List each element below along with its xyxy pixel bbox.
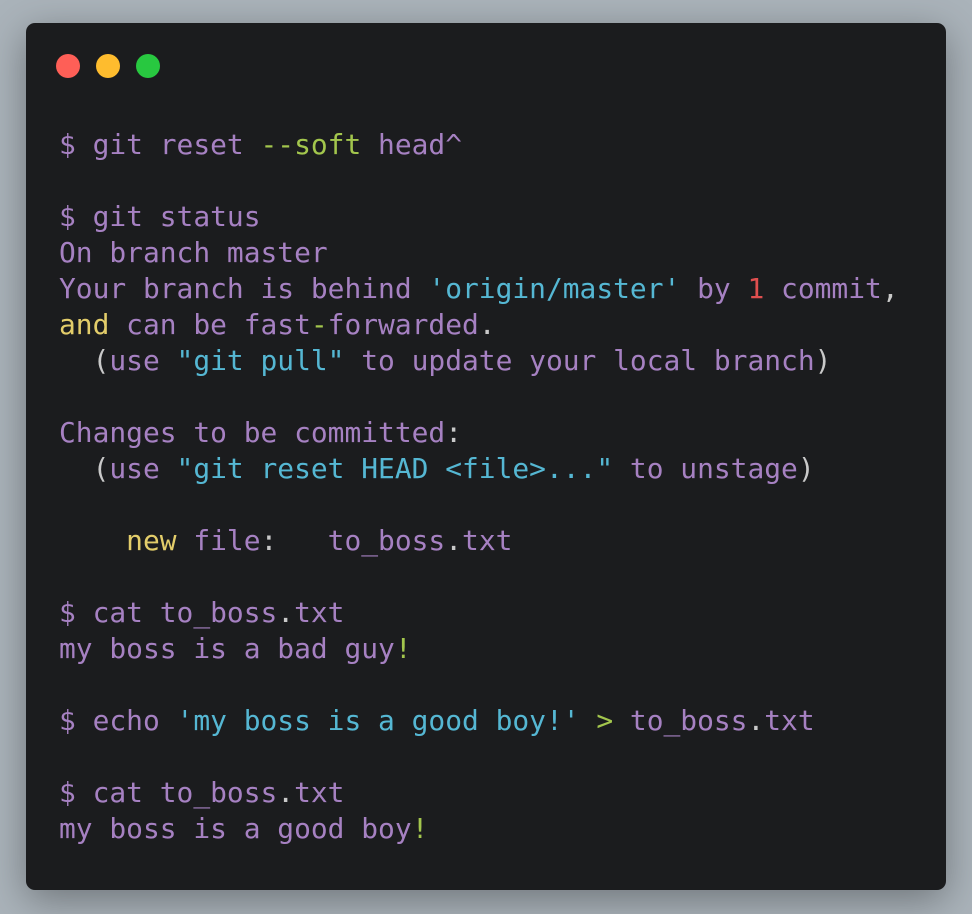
terminal-line: new file: to_boss.txt — [59, 523, 899, 559]
terminal-text-segment: to_boss — [629, 704, 748, 737]
terminal-text-segment: $ echo — [59, 704, 177, 737]
terminal-text-segment: $ cat to_boss — [59, 776, 278, 809]
terminal-line: $ cat to_boss.txt — [59, 595, 899, 631]
terminal-text-segment: txt — [462, 524, 513, 557]
terminal-text-segment: can be fast — [109, 308, 311, 341]
terminal-text-segment: use — [109, 344, 177, 377]
terminal-text-segment: by — [680, 272, 748, 305]
maximize-button[interactable] — [136, 54, 160, 78]
terminal-text-segment: ) — [814, 344, 832, 377]
terminal-text-segment: txt — [294, 596, 345, 629]
terminal-text-segment: $ cat to_boss — [59, 596, 278, 629]
terminal-text-segment: . — [747, 704, 765, 737]
terminal-text-segment: - — [310, 308, 328, 341]
terminal-text-segment: : — [260, 524, 278, 557]
terminal-text-segment: "git reset HEAD <file>..." — [176, 452, 614, 485]
terminal-text-segment: ) — [797, 452, 815, 485]
terminal-text-segment: to unstage — [613, 452, 798, 485]
terminal-text-segment: : — [445, 416, 463, 449]
terminal-text-segment: txt — [764, 704, 815, 737]
terminal-line: (use "git reset HEAD <file>..." to unsta… — [59, 451, 899, 487]
terminal-text-segment: . — [445, 524, 463, 557]
terminal-text-segment: . — [277, 596, 295, 629]
close-button[interactable] — [56, 54, 80, 78]
terminal-text-segment: to_boss — [277, 524, 446, 557]
terminal-window: $ git reset --soft head^ $ git status On b… — [26, 23, 946, 890]
terminal-text-segment: $ git status — [59, 200, 261, 233]
terminal-text-segment: ( — [59, 344, 110, 377]
terminal-text-segment: On branch master — [59, 236, 328, 269]
terminal-line: $ git reset --soft head^ — [59, 127, 899, 163]
terminal-text-segment: my boss is a bad guy — [59, 632, 395, 665]
terminal-line: $ git status — [59, 199, 899, 235]
terminal-text-segment: --soft — [260, 128, 362, 161]
terminal-text-segment: forwarded — [327, 308, 479, 341]
terminal-line: my boss is a bad guy! — [59, 631, 899, 667]
terminal-text-segment: . — [277, 776, 295, 809]
terminal-text-segment: ! — [411, 812, 429, 845]
terminal-text-segment: use — [109, 452, 177, 485]
terminal-output: $ git reset --soft head^ $ git status On b… — [59, 127, 899, 847]
terminal-line: my boss is a good boy! — [59, 811, 899, 847]
terminal-text-segment: Your branch is behind — [59, 272, 429, 305]
terminal-text-segment: $ git reset — [59, 128, 261, 161]
minimize-button[interactable] — [96, 54, 120, 78]
terminal-text-segment: 'origin/master' — [428, 272, 681, 305]
terminal-line: On branch master — [59, 235, 899, 271]
terminal-text-segment: "git pull" — [176, 344, 345, 377]
terminal-text-segment: ! — [394, 632, 412, 665]
terminal-line: Changes to be committed: — [59, 415, 899, 451]
terminal-text-segment: and — [59, 308, 110, 341]
terminal-line: $ cat to_boss.txt — [59, 775, 899, 811]
terminal-text-segment: 1 — [747, 272, 765, 305]
terminal-text-segment: head^ — [361, 128, 462, 161]
terminal-text-segment: > — [579, 704, 630, 737]
terminal-line: Your branch is behind 'origin/master' by… — [59, 271, 899, 307]
terminal-text-segment: Changes to be committed — [59, 416, 446, 449]
terminal-text-segment: new — [59, 524, 177, 557]
terminal-text-segment: . — [478, 308, 496, 341]
terminal-line: and can be fast-forwarded. — [59, 307, 899, 343]
terminal-text-segment: to update your local branch — [344, 344, 815, 377]
terminal-text-segment: , — [881, 272, 899, 305]
terminal-text-segment: txt — [294, 776, 345, 809]
terminal-text-segment: 'my boss is a good boy!' — [176, 704, 580, 737]
terminal-text-segment: ( — [59, 452, 110, 485]
terminal-text-segment: commit — [764, 272, 882, 305]
terminal-text-segment: file — [176, 524, 261, 557]
terminal-line: $ echo 'my boss is a good boy!' > to_bos… — [59, 703, 899, 739]
terminal-text-segment: my boss is a good boy — [59, 812, 412, 845]
terminal-line: (use "git pull" to update your local bra… — [59, 343, 899, 379]
